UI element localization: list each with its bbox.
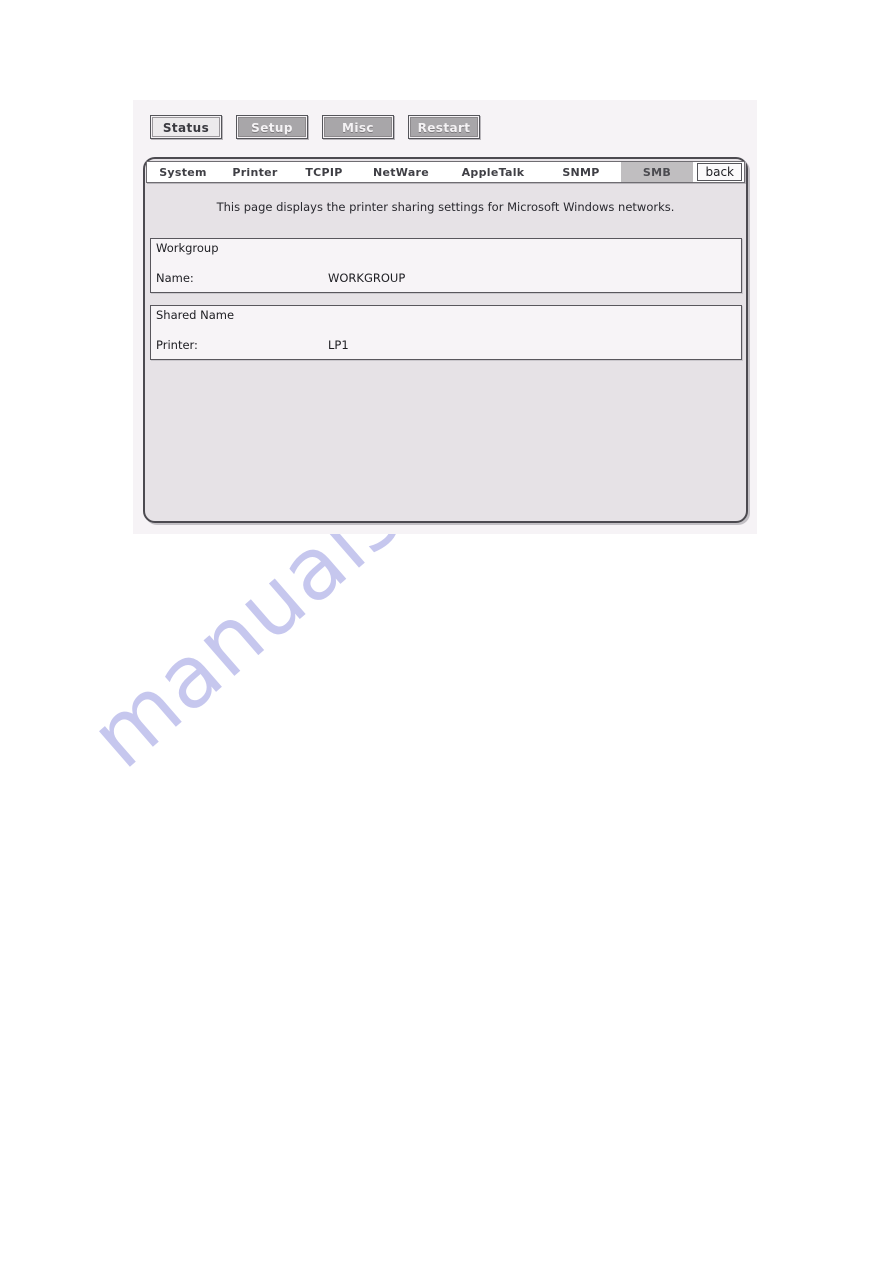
tab-smb[interactable]: SMB (621, 162, 693, 182)
tab-strip-spacer (693, 162, 696, 182)
tab-tcpip[interactable]: TCPIP (291, 162, 357, 182)
nav-button-restart[interactable]: Restart (408, 115, 480, 139)
group-shared-name: Shared Name Printer: LP1 (150, 305, 742, 360)
section-tab-strip: System Printer TCPIP NetWare AppleTalk SNMP SM… (146, 161, 745, 183)
nav-button-status[interactable]: Status (150, 115, 222, 139)
group-workgroup: Workgroup Name: WORKGROUP (150, 238, 742, 293)
tab-system[interactable]: System (147, 162, 219, 182)
tab-snmp[interactable]: SNMP (541, 162, 621, 182)
tab-printer[interactable]: Printer (219, 162, 291, 182)
nav-button-setup[interactable]: Setup (236, 115, 308, 139)
field-value: LP1 (328, 338, 349, 352)
tab-appletalk[interactable]: AppleTalk (445, 162, 541, 182)
field-row-shared-printer: Printer: LP1 (151, 335, 741, 357)
nav-button-label: Setup (238, 117, 306, 137)
back-button[interactable]: back (697, 163, 742, 181)
group-title: Workgroup (156, 241, 219, 255)
field-label: Name: (156, 271, 194, 285)
nav-button-label: Status (152, 117, 220, 137)
printer-web-config-screenshot: Status Setup Misc Restart System Printer TCPI… (133, 100, 757, 534)
group-title: Shared Name (156, 308, 235, 322)
nav-button-misc[interactable]: Misc (322, 115, 394, 139)
field-value: WORKGROUP (328, 271, 406, 285)
nav-button-label: Restart (410, 117, 478, 137)
tab-netware[interactable]: NetWare (357, 162, 445, 182)
nav-button-label: Misc (324, 117, 392, 137)
page-description: This page displays the printer sharing s… (216, 200, 675, 214)
field-label: Printer: (156, 338, 198, 352)
field-row-workgroup-name: Name: WORKGROUP (151, 268, 741, 290)
